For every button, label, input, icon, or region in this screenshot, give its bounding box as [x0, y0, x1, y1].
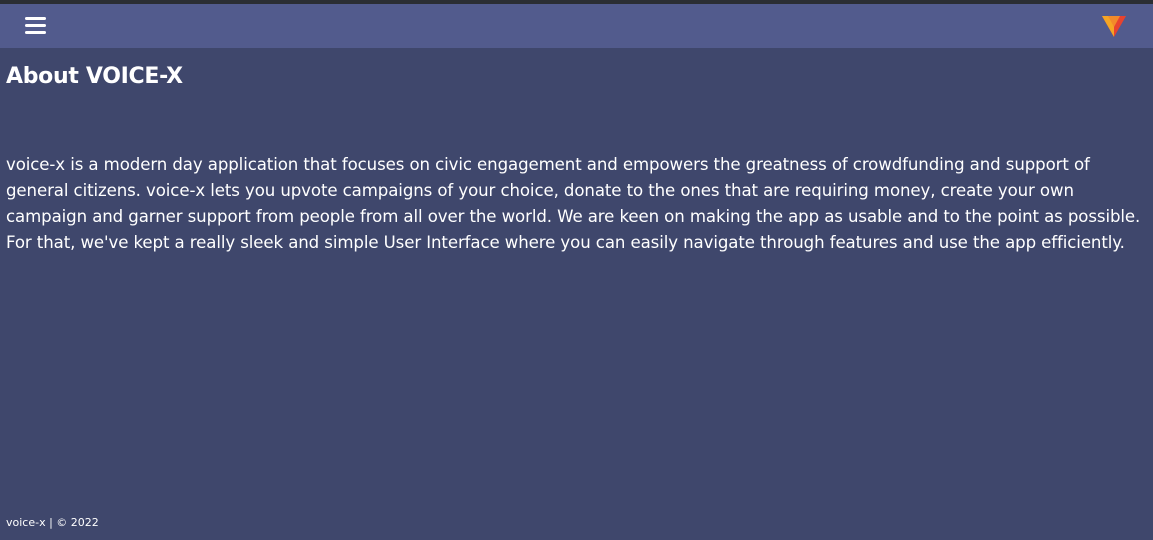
about-description: voice-x is a modern day application that… [6, 155, 1141, 252]
hamburger-menu-icon[interactable] [22, 15, 52, 37]
footer-copyright: voice-x | © 2022 [6, 516, 99, 529]
voice-x-logo-icon[interactable] [1101, 13, 1127, 39]
page-title: About VOICE-X [6, 64, 183, 89]
navbar [0, 4, 1153, 48]
